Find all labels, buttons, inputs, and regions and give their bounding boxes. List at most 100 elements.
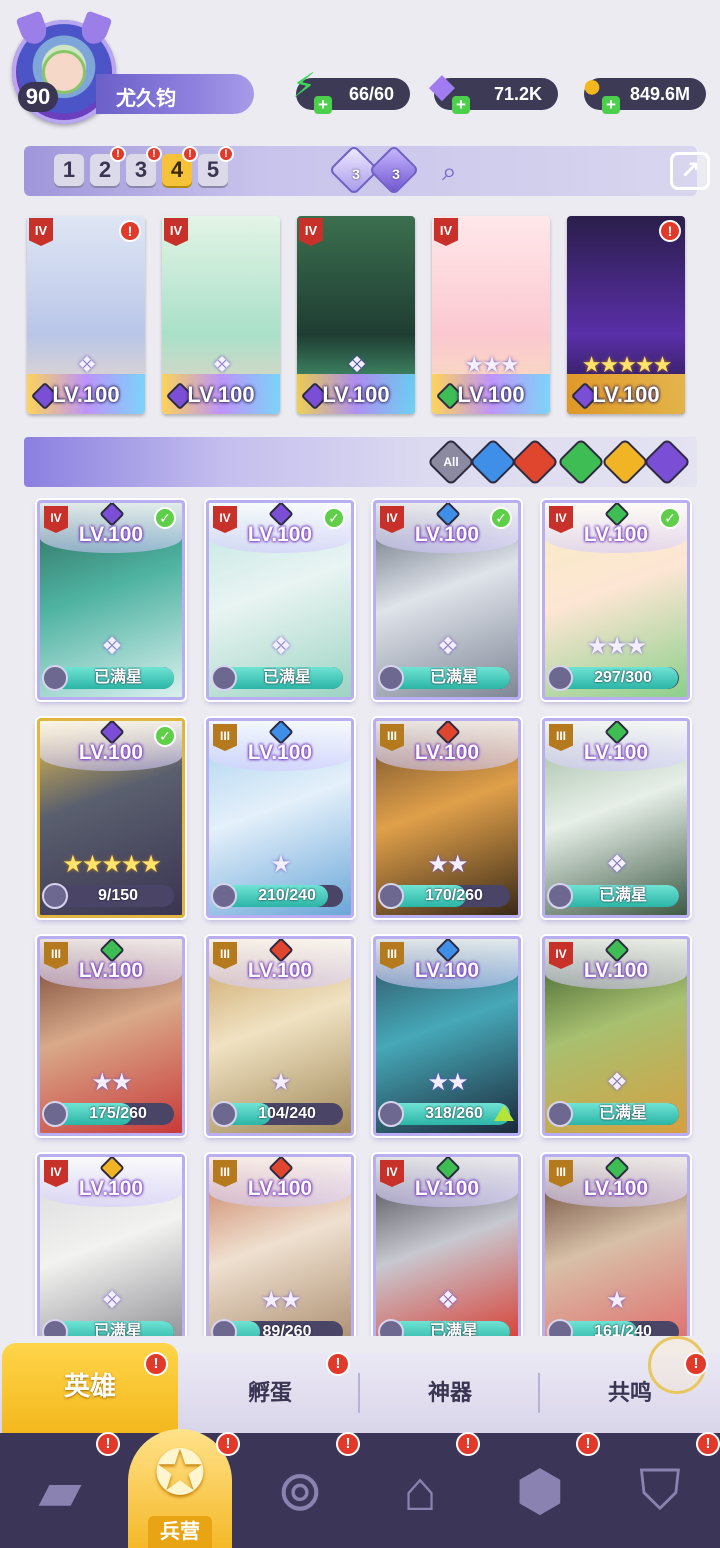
star-rating: ★★	[91, 1069, 132, 1096]
mushroom-icon: ⬢	[515, 1458, 565, 1522]
hero-level: LV.100	[78, 741, 144, 764]
hero-card[interactable]: III LV.100 ★ 210/240	[206, 718, 354, 918]
hero-card[interactable]: IV LV.100 ❖ 已满星	[373, 1154, 521, 1336]
hero-card[interactable]: III LV.100 ★★ 175/260	[37, 936, 185, 1136]
wings-emblem-icon: ❖	[606, 851, 628, 878]
hero-level: LV.100	[78, 523, 144, 546]
rank-badge: IV	[29, 218, 53, 246]
hero-card[interactable]: III LV.100 ★★ 170/260	[373, 718, 521, 918]
shard-icon	[378, 883, 404, 909]
wings-emblem-icon: ❖	[606, 1069, 628, 1096]
rank-badge: IV	[434, 218, 458, 246]
filter-dark-icon[interactable]	[642, 437, 692, 487]
hero-level: LV.100	[414, 741, 480, 764]
castle-icon: ⌂	[403, 1459, 437, 1522]
wings-emblem-icon: ❖	[101, 1287, 123, 1314]
star-rating: ★★★★★	[62, 851, 162, 878]
filter-wind-icon[interactable]	[556, 437, 606, 487]
wings-emblem-icon: ❖	[437, 1287, 459, 1314]
hero-level: LV.100	[247, 741, 313, 764]
hero-card[interactable]: III LV.100 ★ 161/240	[542, 1154, 690, 1336]
team-hero-card[interactable]: IV! ❖ LV.100	[27, 216, 145, 414]
hero-card[interactable]: IV ✓ LV.100 ★★★ 297/300	[542, 500, 690, 700]
upgrade-arrow-icon	[494, 1105, 514, 1121]
team-hero-card[interactable]: IV ★★★ LV.100	[432, 216, 550, 414]
team-2-alert-icon: !	[110, 146, 126, 162]
star-rating: ★★	[427, 851, 468, 878]
filter-water-icon[interactable]	[468, 437, 518, 487]
hero-level: LV.100	[52, 382, 120, 407]
map-icon: ⊚	[276, 1458, 324, 1522]
avatar-ear-left	[15, 10, 51, 48]
cards-icon: ▰	[38, 1458, 82, 1522]
crystal-count-2: 3	[392, 166, 400, 182]
hero-level: LV.100	[457, 382, 525, 407]
hero-card[interactable]: IV LV.100 ❖ 已满星	[37, 1154, 185, 1336]
shard-icon	[378, 665, 404, 691]
hero-card[interactable]: III LV.100 ★★ 89/260	[206, 1154, 354, 1336]
team-4-alert-icon: !	[182, 146, 198, 162]
wings-emblem-icon: ❖	[101, 633, 123, 660]
star-rating: ★	[270, 851, 292, 878]
hero-card[interactable]: IV ✓ LV.100 ❖ 已满星	[37, 500, 185, 700]
hero-card[interactable]: III LV.100 ★★ 318/260	[373, 936, 521, 1136]
share-button[interactable]: ↗	[670, 152, 710, 190]
shard-icon	[42, 1101, 68, 1127]
team-hero-card[interactable]: IV ❖ LV.100	[297, 216, 415, 414]
hero-level: LV.100	[583, 1177, 649, 1200]
hero-card[interactable]: III LV.100 ★ 104/240	[206, 936, 354, 1136]
nav-barracks[interactable]: ✪ 兵营	[120, 1407, 240, 1548]
gem-counter[interactable]: ◆ + 71.2K	[429, 69, 558, 114]
team-hero-card[interactable]: ! ★★★★★ LV.100	[567, 216, 685, 414]
hero-level: LV.100	[414, 523, 480, 546]
shard-icon	[211, 883, 237, 909]
avatar-ear-right	[77, 10, 113, 48]
add-gems-icon[interactable]: +	[452, 96, 470, 114]
filter-all-button[interactable]: All	[426, 437, 476, 487]
tab-artifacts[interactable]: 神器	[360, 1353, 540, 1433]
wings-emblem-icon: ❖	[437, 633, 459, 660]
sub-tab-bar: 英雄 孵蛋 神器 共鸣	[0, 1343, 720, 1433]
wings-emblem-icon: ❖	[347, 352, 367, 377]
hero-card[interactable]: III LV.100 ❖ 已满星	[542, 718, 690, 918]
alert-icon: !	[119, 220, 141, 242]
player-name: 尤久钧	[116, 88, 176, 110]
shard-icon	[42, 665, 68, 691]
add-gold-icon[interactable]: +	[602, 96, 620, 114]
wings-emblem-icon: ❖	[212, 352, 232, 377]
hero-card[interactable]: IV ✓ LV.100 ❖ 已满星	[206, 500, 354, 700]
player-name-plate[interactable]: 尤久钧	[96, 74, 254, 114]
search-icon[interactable]: ⌕	[442, 156, 457, 188]
energy-counter[interactable]: ⚡ + 66/60	[292, 69, 410, 114]
star-rating: ★★	[427, 1069, 468, 1096]
hero-level: LV.100	[187, 382, 255, 407]
hatch-alert-icon: !	[326, 1352, 350, 1376]
shard-icon	[547, 1101, 573, 1127]
add-energy-icon[interactable]: +	[314, 96, 332, 114]
team-hero-card[interactable]: IV ❖ LV.100	[162, 216, 280, 414]
hero-level: LV.100	[247, 1177, 313, 1200]
hero-card[interactable]: ✓ LV.100 ★★★★★ 9/150	[37, 718, 185, 918]
gold-counter[interactable]: ● + 849.6M	[582, 69, 706, 114]
energy-value: 66/60	[348, 84, 394, 104]
rank-badge: IV	[164, 218, 188, 246]
rank-badge: IV	[299, 218, 323, 246]
team-selector-bar: 1 2 ! 3 ! 4 ! 5 ! 3 3 ⌕ ↗	[24, 144, 710, 196]
hero-card[interactable]: IV LV.100 ❖ 已满星	[542, 936, 690, 1136]
hero-card[interactable]: IV ✓ LV.100 ❖ 已满星	[373, 500, 521, 700]
hero-level: LV.100	[592, 382, 660, 407]
star-rating: ★	[606, 1287, 628, 1314]
shard-icon	[211, 665, 237, 691]
hero-level: LV.100	[247, 959, 313, 982]
nav-barracks-label: 兵营	[148, 1516, 212, 1548]
resonance-alert-icon: !	[684, 1352, 708, 1376]
nav-castle-alert-icon: !	[456, 1432, 480, 1456]
hero-level: LV.100	[414, 1177, 480, 1200]
team-tab-1[interactable]: 1	[54, 154, 84, 186]
nav-cards-alert-icon: !	[96, 1432, 120, 1456]
gold-value: 849.6M	[629, 84, 690, 104]
hero-level: LV.100	[78, 1177, 144, 1200]
filter-light-icon[interactable]	[600, 437, 650, 487]
filter-fire-icon[interactable]	[510, 437, 560, 487]
hero-level: LV.100	[247, 523, 313, 546]
